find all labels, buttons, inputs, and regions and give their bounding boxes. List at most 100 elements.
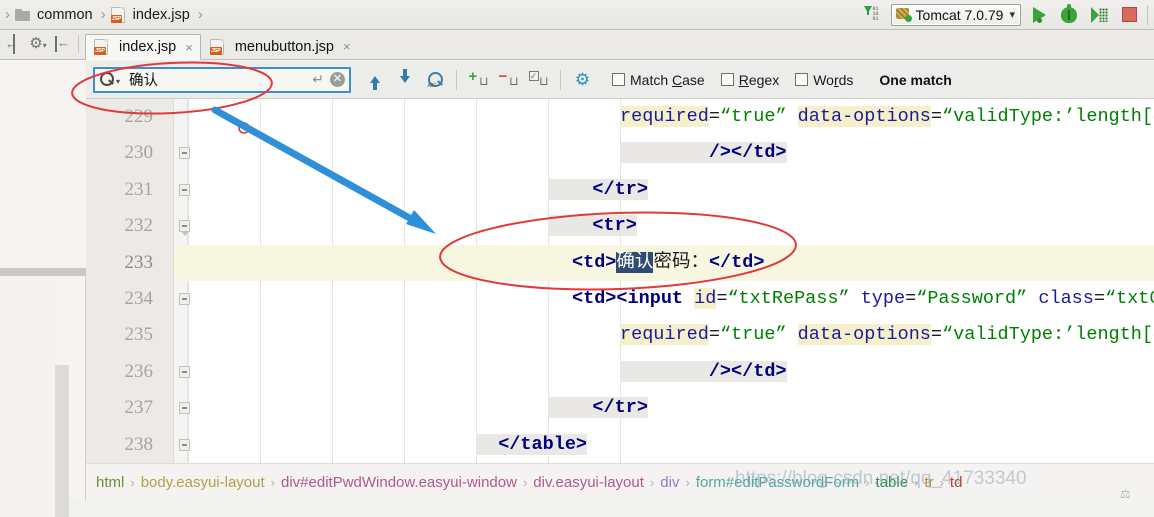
- editor-tab-bar: ⚙▾ JSP index.jsp × JSP menubutton.jsp ×: [0, 30, 1154, 60]
- fold-marker[interactable]: [179, 184, 190, 196]
- code-line[interactable]: 238 </table>: [86, 427, 1154, 463]
- code-token: =: [931, 324, 942, 345]
- toolbar-divider: [78, 35, 79, 53]
- run-button[interactable]: [1027, 3, 1051, 27]
- line-number: 237: [86, 390, 162, 426]
- chevron-right-icon: ›: [2, 6, 13, 23]
- code-token: /></td>: [620, 142, 787, 163]
- debug-button[interactable]: [1057, 3, 1081, 27]
- line-background: [174, 208, 1154, 244]
- line-number: 234: [86, 281, 162, 317]
- code-token: type: [861, 288, 905, 309]
- find-previous-icon[interactable]: [361, 67, 388, 93]
- code-token: [850, 288, 861, 309]
- breadcrumb-item-common[interactable]: common: [13, 2, 98, 28]
- toolbar-divider: [1147, 5, 1148, 25]
- code-token: “txt01 easyu: [1105, 288, 1154, 309]
- code-token: [787, 324, 798, 345]
- regex-checkbox[interactable]: Regex: [721, 72, 779, 88]
- close-icon[interactable]: ×: [185, 40, 193, 55]
- stop-button[interactable]: [1117, 3, 1141, 27]
- code-token: <td>: [572, 252, 616, 273]
- code-token: “validType:’length[4,8]’”: [942, 324, 1154, 345]
- search-input[interactable]: ▾ 确认 ↵ ✕: [93, 67, 351, 93]
- find-navigation-group: ABC +⊔ −⊔ ✓⊔ ⚙: [361, 67, 596, 93]
- match-case-checkbox[interactable]: Match Case: [612, 72, 705, 88]
- dom-breadcrumb-item[interactable]: div.easyui-layout: [531, 474, 646, 491]
- fold-marker[interactable]: [179, 402, 190, 414]
- code-line[interactable]: 231 </tr>: [86, 172, 1154, 208]
- code-line[interactable]: 235required=“true” data-options=“validTy…: [86, 317, 1154, 353]
- fold-marker[interactable]: [179, 147, 190, 159]
- fold-marker[interactable]: [179, 220, 190, 232]
- code-text: /></td>: [620, 135, 787, 171]
- select-all-occurrences-icon[interactable]: ✓⊔: [525, 67, 552, 93]
- breadcrumb-item-index-jsp[interactable]: JSP index.jsp: [109, 2, 195, 28]
- panel-scrollbar[interactable]: [55, 365, 69, 517]
- code-editor[interactable]: 229required=“true” data-options=“validTy…: [86, 99, 1154, 463]
- fold-marker[interactable]: [179, 293, 190, 305]
- collapse-sidebar-icon[interactable]: [52, 34, 72, 54]
- words-label: Wo: [813, 72, 834, 88]
- fold-marker[interactable]: [179, 439, 190, 451]
- checkbox-box[interactable]: [795, 73, 808, 86]
- find-next-icon[interactable]: [391, 67, 418, 93]
- code-text: required=“true” data-options=“validType:…: [620, 317, 1154, 353]
- checkbox-box[interactable]: [721, 73, 734, 86]
- line-number: 236: [86, 354, 162, 390]
- find-all-icon[interactable]: ABC: [421, 67, 448, 93]
- line-number: 238: [86, 427, 162, 463]
- code-token: “true”: [720, 324, 787, 345]
- breadcrumb: › common › JSP index.jsp ›: [0, 2, 861, 28]
- filter-gear-icon[interactable]: ⚙: [569, 67, 596, 93]
- enter-icon[interactable]: ↵: [312, 71, 324, 88]
- dom-breadcrumb-item[interactable]: div: [658, 474, 681, 491]
- code-line[interactable]: 230 /></td>: [86, 135, 1154, 171]
- line-number: 231: [86, 172, 162, 208]
- checkbox-box[interactable]: [612, 73, 625, 86]
- tab-menubutton-jsp[interactable]: JSP menubutton.jsp ×: [201, 33, 359, 59]
- top-navigation-bar: › common › JSP index.jsp › 011001 Tomcat…: [0, 0, 1154, 30]
- left-panel-strip: [0, 60, 86, 501]
- dom-breadcrumb-item[interactable]: div#editPwdWindow.easyui-window: [279, 474, 519, 491]
- breadcrumb-separator: ›: [126, 475, 138, 490]
- chevron-right-icon: ›: [195, 6, 206, 23]
- code-token: “Password”: [916, 288, 1027, 309]
- line-background: [174, 390, 1154, 426]
- clear-search-icon[interactable]: ✕: [330, 72, 345, 87]
- code-token: <tr>: [548, 215, 637, 236]
- code-token: /></td>: [620, 361, 787, 382]
- coverage-button[interactable]: [1087, 3, 1111, 27]
- expand-all-icon[interactable]: [4, 34, 24, 54]
- line-number: 232: [86, 208, 162, 244]
- code-text: required=“true” data-options=“validType:…: [620, 99, 1154, 135]
- fold-marker[interactable]: [179, 366, 190, 378]
- sort-order-icon[interactable]: 011001: [861, 3, 885, 27]
- code-line[interactable]: 236 /></td>: [86, 354, 1154, 390]
- code-line[interactable]: 237 </tr>: [86, 390, 1154, 426]
- code-token: required: [620, 324, 709, 345]
- line-number: 233: [86, 245, 162, 281]
- code-line[interactable]: 234<td><input id=“txtRePass” type=“Passw…: [86, 281, 1154, 317]
- code-line[interactable]: 233<td>确认密码：</td>: [86, 245, 1154, 281]
- dom-breadcrumb-item[interactable]: body.easyui-layout: [139, 474, 267, 491]
- code-line[interactable]: 232 <tr>: [86, 208, 1154, 244]
- remove-selection-icon[interactable]: −⊔: [495, 67, 522, 93]
- match-case-label: Match: [630, 72, 672, 88]
- close-icon[interactable]: ×: [343, 39, 351, 54]
- words-checkbox[interactable]: Words: [795, 72, 853, 88]
- code-lines-container: 229required=“true” data-options=“validTy…: [86, 99, 1154, 463]
- settings-gear-icon[interactable]: ⚙▾: [28, 34, 48, 54]
- code-token: </tr>: [548, 179, 648, 200]
- dom-breadcrumb-item[interactable]: html: [94, 474, 126, 491]
- code-token: =: [1094, 288, 1105, 309]
- code-token: data-options: [798, 106, 931, 127]
- code-line[interactable]: 229required=“true” data-options=“validTy…: [86, 99, 1154, 135]
- run-configuration-name: Tomcat 7.0.79: [916, 7, 1004, 23]
- code-token: id: [694, 288, 716, 309]
- tab-index-jsp[interactable]: JSP index.jsp ×: [85, 34, 201, 60]
- jsp-file-icon: JSP: [111, 7, 125, 23]
- add-selection-icon[interactable]: +⊔: [465, 67, 492, 93]
- run-configuration-selector[interactable]: Tomcat 7.0.79 ▾: [891, 4, 1021, 26]
- code-token: =: [931, 106, 942, 127]
